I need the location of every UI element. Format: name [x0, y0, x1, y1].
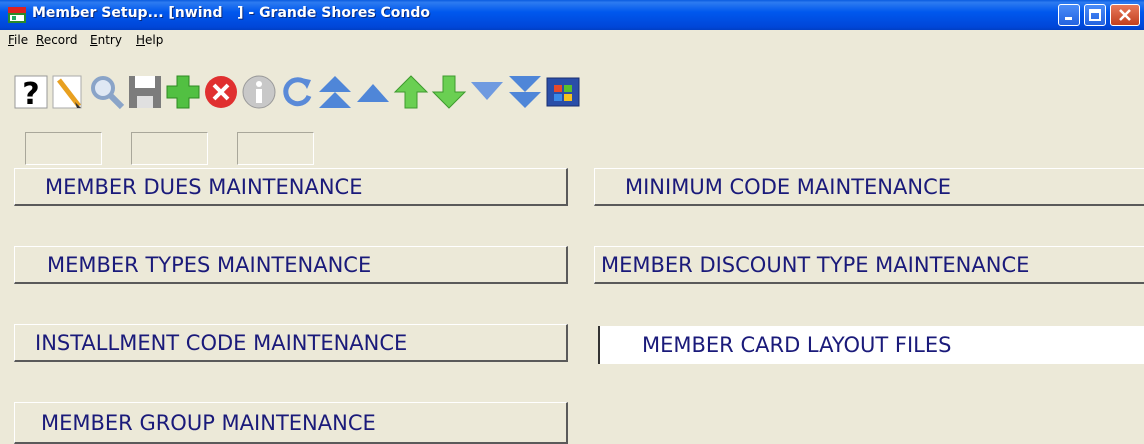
maximize-icon — [1089, 9, 1101, 21]
minimum-code-maintenance-button[interactable]: MINIMUM CODE MAINTENANCE — [594, 168, 1144, 206]
installment-code-maintenance-button[interactable]: INSTALLMENT CODE MAINTENANCE — [14, 324, 568, 362]
new-document-icon — [52, 75, 82, 109]
toolbar-last-button[interactable] — [506, 54, 544, 130]
menu-help-label: elp — [145, 33, 164, 47]
member-dues-maintenance-button[interactable]: MEMBER DUES MAINTENANCE — [14, 168, 568, 206]
search-icon — [91, 76, 125, 110]
close-button[interactable] — [1110, 4, 1140, 26]
toolbar-add-button[interactable] — [164, 54, 202, 130]
status-field-2 — [131, 132, 208, 165]
delete-icon — [205, 76, 237, 108]
toolbar-next-page-button[interactable] — [468, 54, 506, 130]
svg-text:?: ? — [22, 77, 39, 110]
toolbar-help-button[interactable]: ? — [12, 54, 50, 130]
member-setup-window: Member Setup... [nwind ] - Grande Shores… — [0, 0, 1144, 444]
menu-bar: File Record Entry Help — [0, 30, 1144, 52]
member-discount-type-maintenance-button[interactable]: MEMBER DISCOUNT TYPE MAINTENANCE — [594, 246, 1144, 284]
refresh-icon — [283, 77, 312, 107]
windows-icon — [546, 77, 580, 107]
menu-record-label: ecord — [43, 33, 78, 47]
menu-help[interactable]: Help — [136, 33, 163, 47]
previous-record-icon — [393, 75, 429, 109]
toolbar-search-button[interactable] — [88, 54, 126, 130]
close-icon — [1119, 9, 1131, 21]
status-field-3 — [237, 132, 314, 165]
save-icon — [129, 76, 161, 108]
toolbar-delete-button[interactable] — [202, 54, 240, 130]
member-card-layout-files-button[interactable]: MEMBER CARD LAYOUT FILES — [598, 326, 1144, 364]
toolbar-previous-record-button[interactable] — [392, 54, 430, 130]
menu-file-label: ile — [14, 33, 29, 47]
toolbar-save-button[interactable] — [126, 54, 164, 130]
status-field-1 — [25, 132, 102, 165]
member-types-maintenance-button[interactable]: MEMBER TYPES MAINTENANCE — [14, 246, 568, 284]
next-page-icon — [471, 82, 503, 100]
add-icon — [166, 75, 200, 109]
minimize-icon — [1065, 17, 1072, 20]
toolbar-refresh-button[interactable] — [278, 54, 316, 130]
minimize-button[interactable] — [1058, 4, 1080, 26]
help-icon: ? — [14, 75, 48, 110]
maximize-button[interactable] — [1084, 4, 1106, 26]
next-record-icon — [431, 75, 467, 109]
toolbar-next-record-button[interactable] — [430, 54, 468, 130]
menu-help-accel: H — [136, 33, 146, 47]
last-record-icon — [509, 76, 541, 108]
menu-record-accel: R — [36, 33, 44, 47]
toolbar-windows-button[interactable] — [544, 54, 582, 130]
menu-entry-label: ntry — [97, 33, 122, 47]
member-group-maintenance-button[interactable]: MEMBER GROUP MAINTENANCE — [14, 402, 568, 444]
menu-file[interactable]: File — [8, 33, 28, 47]
toolbar-info-button[interactable] — [240, 54, 278, 130]
menu-entry[interactable]: Entry — [90, 33, 122, 47]
window-title: Member Setup... [nwind ] - Grande Shores… — [32, 5, 431, 21]
toolbar-first-button[interactable] — [316, 54, 354, 130]
menu-entry-accel: E — [90, 33, 98, 47]
first-record-icon — [319, 76, 351, 108]
toolbar-previous-page-button[interactable] — [354, 54, 392, 130]
toolbar-new-button[interactable] — [50, 54, 88, 130]
app-icon — [8, 7, 26, 23]
info-icon — [242, 75, 276, 109]
menu-record[interactable]: Record — [36, 33, 77, 47]
title-bar[interactable]: Member Setup... [nwind ] - Grande Shores… — [0, 0, 1144, 30]
previous-page-icon — [357, 84, 389, 102]
